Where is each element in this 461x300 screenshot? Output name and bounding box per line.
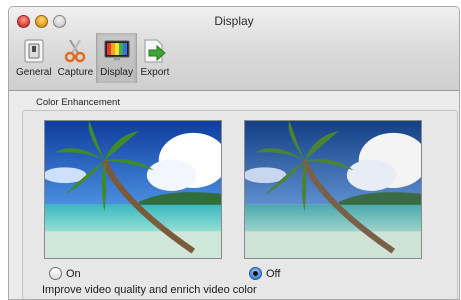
toolbar-item-general[interactable]: General [13,33,55,83]
help-text: Improve video quality and enrich video c… [42,284,257,296]
toolbar-item-export[interactable]: Export [137,33,173,83]
radio-option-off[interactable]: Off [249,267,280,280]
titlebar: Display General Capture Display Export [9,7,459,91]
switch-icon [19,37,49,65]
scissors-icon [60,37,90,65]
radio-button-on[interactable] [49,267,62,280]
radio-option-on[interactable]: On [49,267,81,280]
toolbar-item-capture[interactable]: Capture [55,33,97,83]
preview-image-off[interactable] [244,120,422,259]
preferences-window: Display General Capture Display Export C… [8,6,460,300]
window-title: Display [214,14,254,28]
monitor-icon [102,37,132,65]
radio-label-off: Off [266,267,281,280]
radio-label-on: On [66,267,81,280]
preview-image-on[interactable] [44,120,222,259]
group-label: Color Enhancement [36,97,120,108]
toolbar-label: Display [100,67,133,78]
toolbar-label: General [16,67,52,78]
export-arrow-icon [140,37,170,65]
radio-button-off[interactable] [249,267,262,280]
toolbar: General Capture Display Export [13,33,173,83]
toolbar-label: Export [140,67,170,78]
toolbar-item-display[interactable]: Display [96,33,137,83]
toolbar-label: Capture [57,67,94,78]
display-pane: Color Enhancement On Off Improve video q… [9,92,459,299]
